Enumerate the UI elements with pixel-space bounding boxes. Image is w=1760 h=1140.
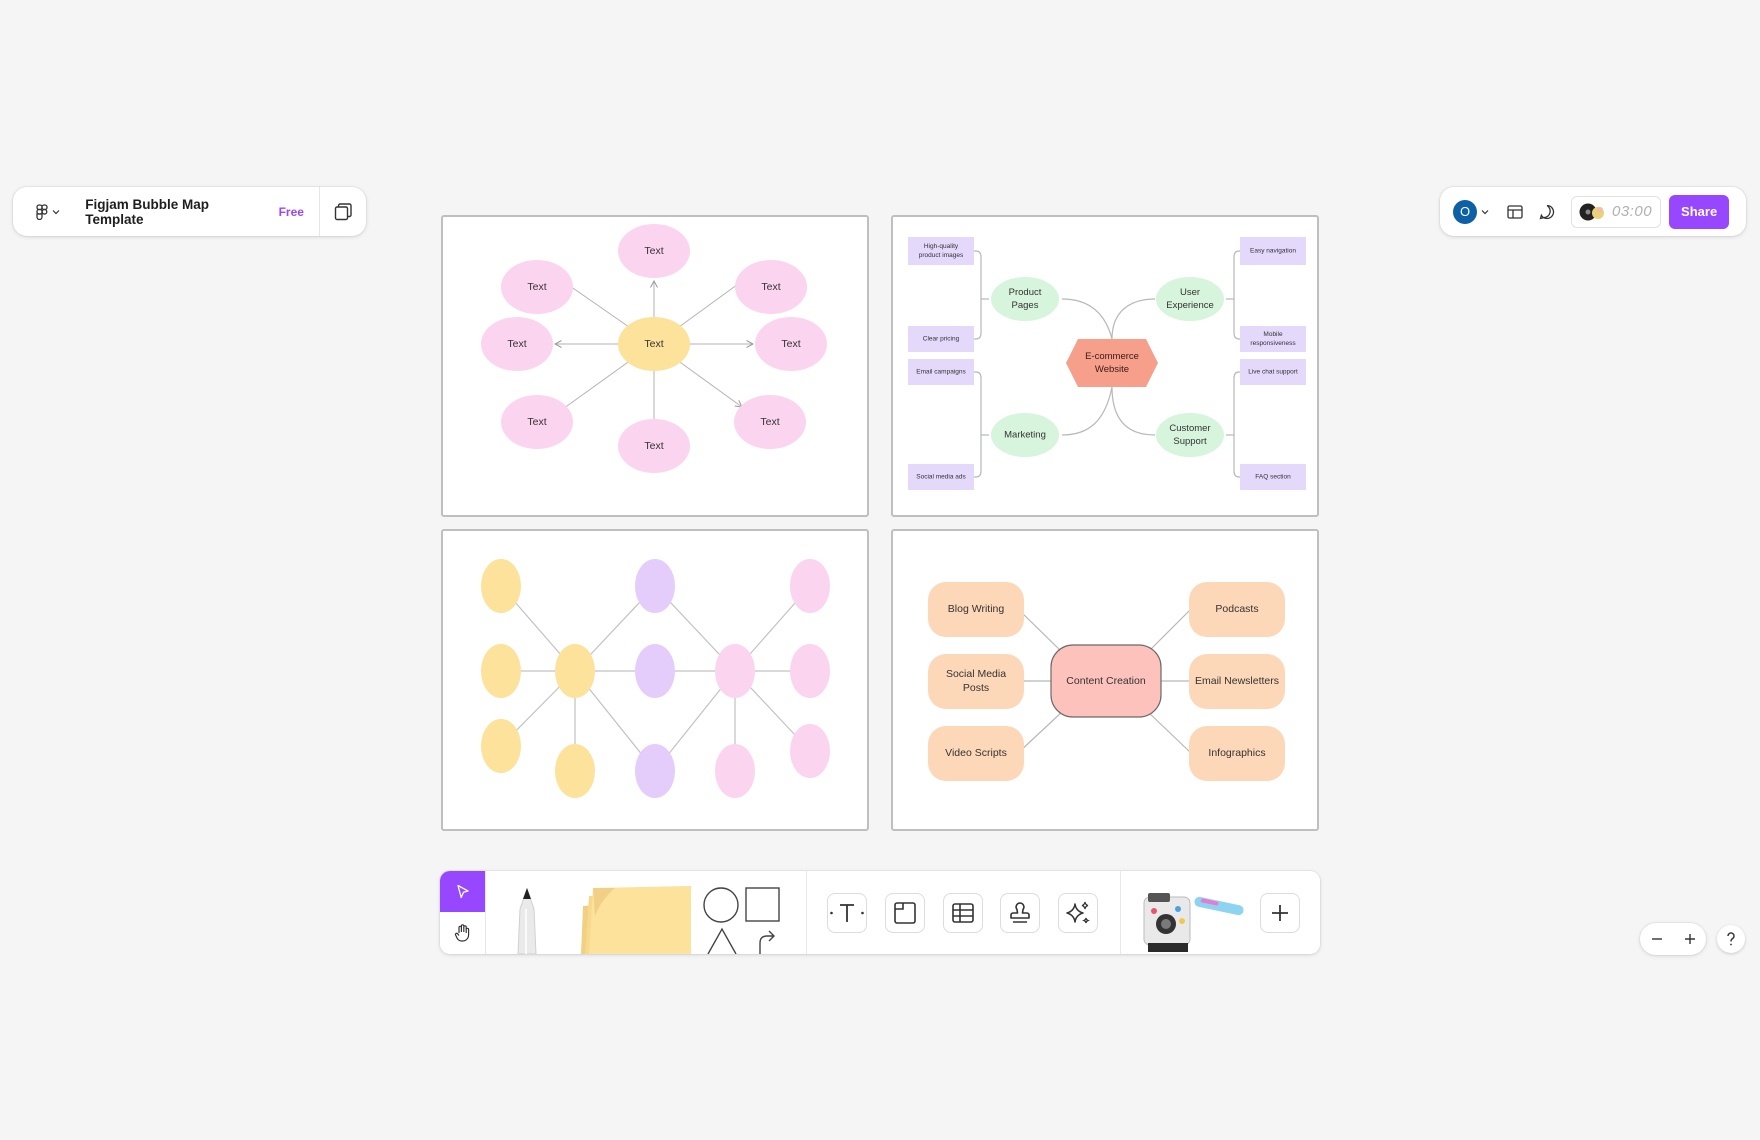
- music-disc-icon: [1579, 203, 1604, 220]
- marker-tool[interactable]: [502, 881, 552, 954]
- note-clear-pricing: Clear pricing: [922, 335, 960, 343]
- share-button[interactable]: Share: [1669, 194, 1730, 229]
- bubble-label: Text: [507, 338, 527, 350]
- note-social-media-ads: Social media ads: [916, 473, 966, 481]
- layout-icon: [1507, 204, 1523, 219]
- video-label: Video Scripts: [945, 747, 1007, 759]
- bubble-label: Text: [781, 338, 801, 350]
- content-map-board[interactable]: Blog Writing Social Media Posts Video Scr…: [891, 529, 1319, 831]
- double-bubble-board[interactable]: [441, 529, 869, 831]
- chevron-down-icon[interactable]: [1479, 207, 1491, 217]
- ecommerce-map-board[interactable]: E-commerce Website Product Pages User Exper…: [891, 215, 1319, 517]
- note-email-campaigns: Email campaigns: [916, 368, 966, 376]
- layout-button[interactable]: [1499, 196, 1531, 228]
- customer-support-label: Customer Support: [1169, 423, 1211, 447]
- hand-tool[interactable]: [440, 912, 485, 954]
- sticky-note-tool[interactable]: [575, 886, 693, 954]
- timer-text: 03:00: [1612, 203, 1653, 220]
- yellow-bubbles: [481, 559, 595, 798]
- blog-label: Blog Writing: [947, 603, 1005, 615]
- comment-icon: [1539, 204, 1555, 219]
- comment-button[interactable]: [1531, 196, 1563, 228]
- note-high-quality: High-quality product images: [918, 243, 964, 259]
- product-pages-label: Product Pages: [1008, 287, 1042, 311]
- minus-icon: [1651, 938, 1662, 940]
- divider: [806, 871, 807, 954]
- plus-icon: [1272, 905, 1288, 921]
- text-icon: [830, 904, 864, 922]
- double-bubble-diagram: [481, 559, 830, 798]
- section-tool[interactable]: [885, 893, 925, 933]
- zoom-out-button[interactable]: [1640, 923, 1673, 955]
- file-title[interactable]: Figjam Bubble Map Template: [85, 197, 263, 227]
- bubble-label: Text: [760, 416, 780, 428]
- table-icon: [952, 903, 974, 923]
- pages-icon: [334, 202, 352, 220]
- more-tools-button[interactable]: [1260, 893, 1300, 933]
- figma-logo-icon: [36, 203, 48, 220]
- sparkle-icon: [1066, 901, 1091, 924]
- newsletters-label: Email Newsletters: [1194, 675, 1280, 687]
- timer[interactable]: 03:00: [1571, 195, 1662, 228]
- table-tool[interactable]: [943, 893, 983, 933]
- zoom-controls: [1640, 923, 1706, 955]
- plus-icon: [1684, 934, 1695, 944]
- zoom-in-button[interactable]: [1673, 923, 1706, 955]
- note-mobile: Mobile responsiveness: [1250, 331, 1296, 347]
- plan-badge[interactable]: Free: [279, 205, 304, 219]
- bubble-label: Text: [644, 440, 664, 452]
- stamp-tool[interactable]: [1000, 893, 1040, 933]
- hand-icon: [454, 924, 469, 942]
- note-live-chat: Live chat support: [1248, 368, 1298, 376]
- header-right-panel: O 03:00 Share: [1440, 187, 1746, 236]
- ai-tool[interactable]: [1058, 893, 1098, 933]
- pages-button[interactable]: [320, 202, 366, 222]
- mode-column: [440, 871, 486, 954]
- pink-bubbles: [715, 559, 830, 798]
- podcasts-label: Podcasts: [1215, 603, 1259, 615]
- main-menu-button[interactable]: [27, 203, 69, 220]
- purple-bubbles: [635, 559, 675, 798]
- question-icon: [1727, 932, 1735, 946]
- cursor-icon: [456, 884, 469, 898]
- note-faq: FAQ section: [1255, 473, 1291, 481]
- center-label: E-commerce Website: [1085, 351, 1139, 375]
- section-icon: [894, 902, 916, 924]
- social-label: Social Media Posts: [945, 668, 1007, 694]
- select-tool[interactable]: [440, 871, 485, 912]
- marketing-label: Marketing: [1004, 429, 1046, 441]
- help-button[interactable]: [1717, 925, 1745, 953]
- avatar[interactable]: O: [1453, 199, 1477, 224]
- shapes-tool[interactable]: [700, 886, 784, 954]
- file-panel: Figjam Bubble Map Template Free: [13, 187, 366, 236]
- bubble-label: Text: [761, 281, 781, 293]
- bubble-center-label: Text: [644, 338, 664, 350]
- note-easy-navigation: Easy navigation: [1250, 247, 1296, 255]
- user-experience-label: User Experience: [1166, 287, 1214, 311]
- bubble-label: Text: [527, 416, 547, 428]
- infographics-label: Infographics: [1208, 747, 1266, 759]
- stamp-icon: [1010, 902, 1030, 923]
- chevron-down-icon: [52, 209, 60, 214]
- bubble-map-board[interactable]: Text Text Text Text Text Text Text Text …: [441, 215, 869, 517]
- bubble-map-diagram: [481, 224, 827, 473]
- bubble-label: Text: [644, 245, 664, 257]
- stickers-tool[interactable]: [1140, 891, 1250, 954]
- bottom-toolbar: [440, 871, 1320, 954]
- text-tool[interactable]: [827, 893, 867, 933]
- bubble-label: Text: [527, 281, 547, 293]
- center-label: Content Creation: [1066, 675, 1146, 687]
- divider: [1120, 871, 1121, 954]
